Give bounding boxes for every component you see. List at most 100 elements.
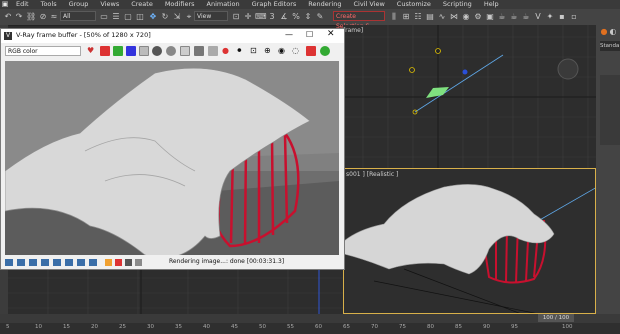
menu-item-customize[interactable]: Customize [391,0,437,9]
vray-proxy-icon[interactable]: ▫ [569,12,579,22]
spinner-snap-icon[interactable]: ⇕ [303,12,313,22]
modify-tab-icon[interactable]: ◐ [608,27,618,37]
select-object-icon[interactable]: ▭ [99,12,109,22]
load-image-icon[interactable] [180,46,190,56]
vray-frame-buffer-window[interactable]: V V-Ray frame buffer - [50% of 1280 x 72… [0,28,345,270]
close-icon[interactable]: ✕ [327,29,335,39]
minimize-icon[interactable]: — [285,30,293,39]
layer-explorer-icon[interactable]: ☷ [413,12,423,22]
menu-item-create[interactable]: Create [125,0,159,9]
render-icon[interactable] [320,46,330,56]
menu-item-scripting[interactable]: Scripting [437,0,478,9]
material-editor-icon[interactable]: ◉ [461,12,471,22]
vray-light-icon[interactable]: ✦ [545,12,555,22]
toggle-ribbon-icon[interactable]: ▤ [425,12,435,22]
channel-select[interactable]: RGB color [5,46,81,56]
angle-snap-icon[interactable]: ∡ [279,12,289,22]
reference-coordinate-select[interactable]: View [194,11,228,21]
blue-channel-icon[interactable] [126,46,136,56]
pivot-icon[interactable]: ⊡ [231,12,241,22]
menu-item-tools[interactable]: Tools [35,0,63,9]
render-active-shade-icon[interactable]: ☕ [521,12,531,22]
mirror-icon[interactable]: ⫼ [389,12,399,22]
rect-selection-icon[interactable]: ▢ [123,12,133,22]
menu-item-graph-editors[interactable]: Graph Editors [246,0,303,9]
save-image-button-icon[interactable] [166,46,176,56]
top-viewport-label[interactable]: frame] [343,27,363,34]
follow-mouse-icon[interactable]: ⚫ [236,46,246,56]
redo-icon[interactable]: ↷ [14,12,24,22]
menu-item-animation[interactable]: Animation [201,0,246,9]
overlay-icon[interactable] [105,259,112,266]
bind-icon[interactable]: ≈ [49,12,59,22]
render-production-icon[interactable]: ☕ [497,12,507,22]
duplicate-to-vfb-icon[interactable] [208,46,218,56]
render-setup-icon[interactable]: ⚙ [473,12,483,22]
app-logo-icon[interactable]: ▣ [0,0,10,9]
edit-named-selection-icon[interactable]: ✎ [315,12,325,22]
undo-icon[interactable]: ↶ [3,12,13,22]
select-by-name-icon[interactable]: ☰ [111,12,121,22]
vray-icon[interactable]: V [533,12,543,22]
lut-icon[interactable] [65,259,73,266]
vray-camera-icon[interactable]: ▪ [557,12,567,22]
maximize-icon[interactable]: ☐ [306,30,313,39]
menu-item-rendering[interactable]: Rendering [302,0,347,9]
render-iterative-icon[interactable]: ☕ [509,12,519,22]
link-to-3ds-max-icon[interactable]: ⊕ [264,46,274,56]
history-icon[interactable] [5,259,13,266]
stop-render-icon[interactable]: ◌ [292,46,302,56]
color-correction-icon[interactable] [41,259,49,266]
keyboard-shortcut-icon[interactable]: ⌨ [255,12,267,22]
lens-effects-icon[interactable] [17,259,25,266]
monochrome-icon[interactable] [152,46,162,56]
pixel-info-icon[interactable] [115,259,122,266]
select-manipulate-icon[interactable]: ✛ [243,12,253,22]
move-icon[interactable]: ✥ [148,12,158,22]
window-crossing-icon[interactable]: ◫ [135,12,145,22]
stamp-icon[interactable] [29,259,37,266]
snap-toggle-icon[interactable]: 3 [267,12,277,22]
menu-item-group[interactable]: Group [63,0,95,9]
save-image-icon[interactable]: ♥ [87,46,97,56]
align-icon[interactable]: ⊞ [401,12,411,22]
vfb-settings-icon[interactable] [125,259,132,266]
perspective-viewport-label[interactable]: s001 ] [Realistic ] [346,171,398,178]
menu-item-edit[interactable]: Edit [10,0,35,9]
light-icon[interactable] [409,67,415,73]
vfb-title-bar[interactable]: V V-Ray frame buffer - [50% of 1280 x 72… [1,29,344,44]
render-last-icon[interactable] [306,46,316,56]
frame-counter[interactable]: 100 / 100 [538,314,574,322]
viewcube-icon[interactable] [557,58,579,80]
ocio-icon[interactable] [77,259,85,266]
link-icon[interactable]: ⛓ [26,12,36,22]
region-render-icon[interactable]: ⊡ [250,46,260,56]
object-type-select[interactable]: Standa [600,41,620,51]
menu-item-help[interactable]: Help [478,0,505,9]
menu-item-modifiers[interactable]: Modifiers [159,0,201,9]
percent-snap-icon[interactable]: % [291,12,301,22]
perspective-viewport[interactable]: s001 ] [Realistic ] [343,168,596,314]
place-icon[interactable]: ⌖ [184,12,194,22]
cloth-object[interactable] [344,184,555,275]
track-mouse-icon[interactable]: ● [222,46,232,56]
clear-image-icon[interactable] [194,46,204,56]
compare-icon[interactable] [135,259,142,266]
named-selection-set-select[interactable]: Create Selection S [333,11,385,30]
green-channel-icon[interactable] [113,46,123,56]
alpha-channel-icon[interactable] [139,46,149,56]
rotate-icon[interactable]: ↻ [160,12,170,22]
left-viewport[interactable] [8,268,343,314]
camera-render-icon[interactable]: ◉ [278,46,288,56]
rendered-image[interactable] [5,61,339,255]
menu-item-views[interactable]: Views [94,0,125,9]
srgb-icon[interactable] [53,259,61,266]
top-viewport[interactable]: frame] [343,25,596,168]
rendered-frame-window-icon[interactable]: ▣ [485,12,495,22]
red-channel-icon[interactable] [100,46,110,56]
scale-icon[interactable]: ⇲ [172,12,182,22]
gizmo-icon[interactable] [462,69,468,75]
unlink-icon[interactable]: ⊘ [38,12,48,22]
menu-item-civil-view[interactable]: Civil View [347,0,390,9]
exposure-icon[interactable] [89,259,97,266]
